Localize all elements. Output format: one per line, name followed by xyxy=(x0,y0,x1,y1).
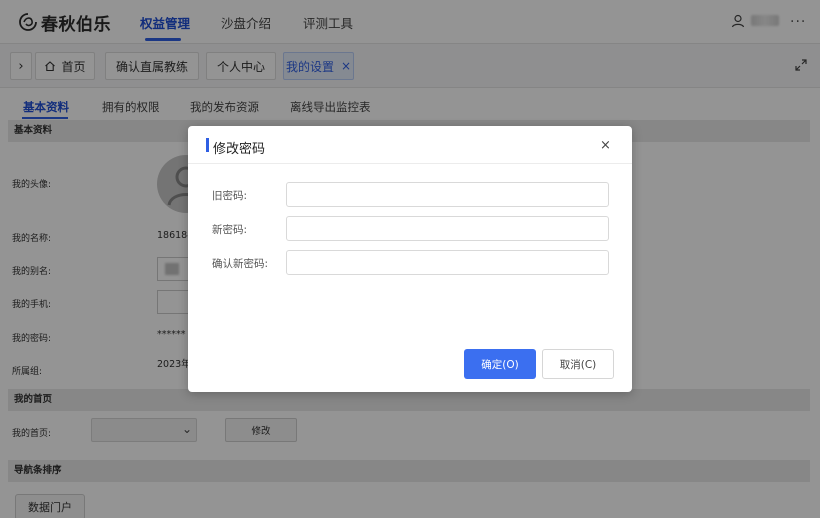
cancel-button[interactable]: 取消(C) xyxy=(542,349,614,379)
confirm-button[interactable]: 确定(O) xyxy=(464,349,536,379)
confirm-password-label: 确认新密码: xyxy=(212,258,269,270)
dialog-divider xyxy=(188,163,632,164)
old-password-input[interactable] xyxy=(286,182,609,207)
title-accent-bar xyxy=(206,138,209,152)
change-password-dialog: 修改密码 × 旧密码: 新密码: 确认新密码: 确定(O) 取消(C) xyxy=(188,126,632,392)
dialog-title: 修改密码 xyxy=(213,142,266,157)
old-password-label: 旧密码: xyxy=(212,190,248,202)
new-password-input[interactable] xyxy=(286,216,609,241)
close-icon[interactable]: × xyxy=(600,138,611,153)
new-password-label: 新密码: xyxy=(212,224,248,236)
confirm-password-input[interactable] xyxy=(286,250,609,275)
